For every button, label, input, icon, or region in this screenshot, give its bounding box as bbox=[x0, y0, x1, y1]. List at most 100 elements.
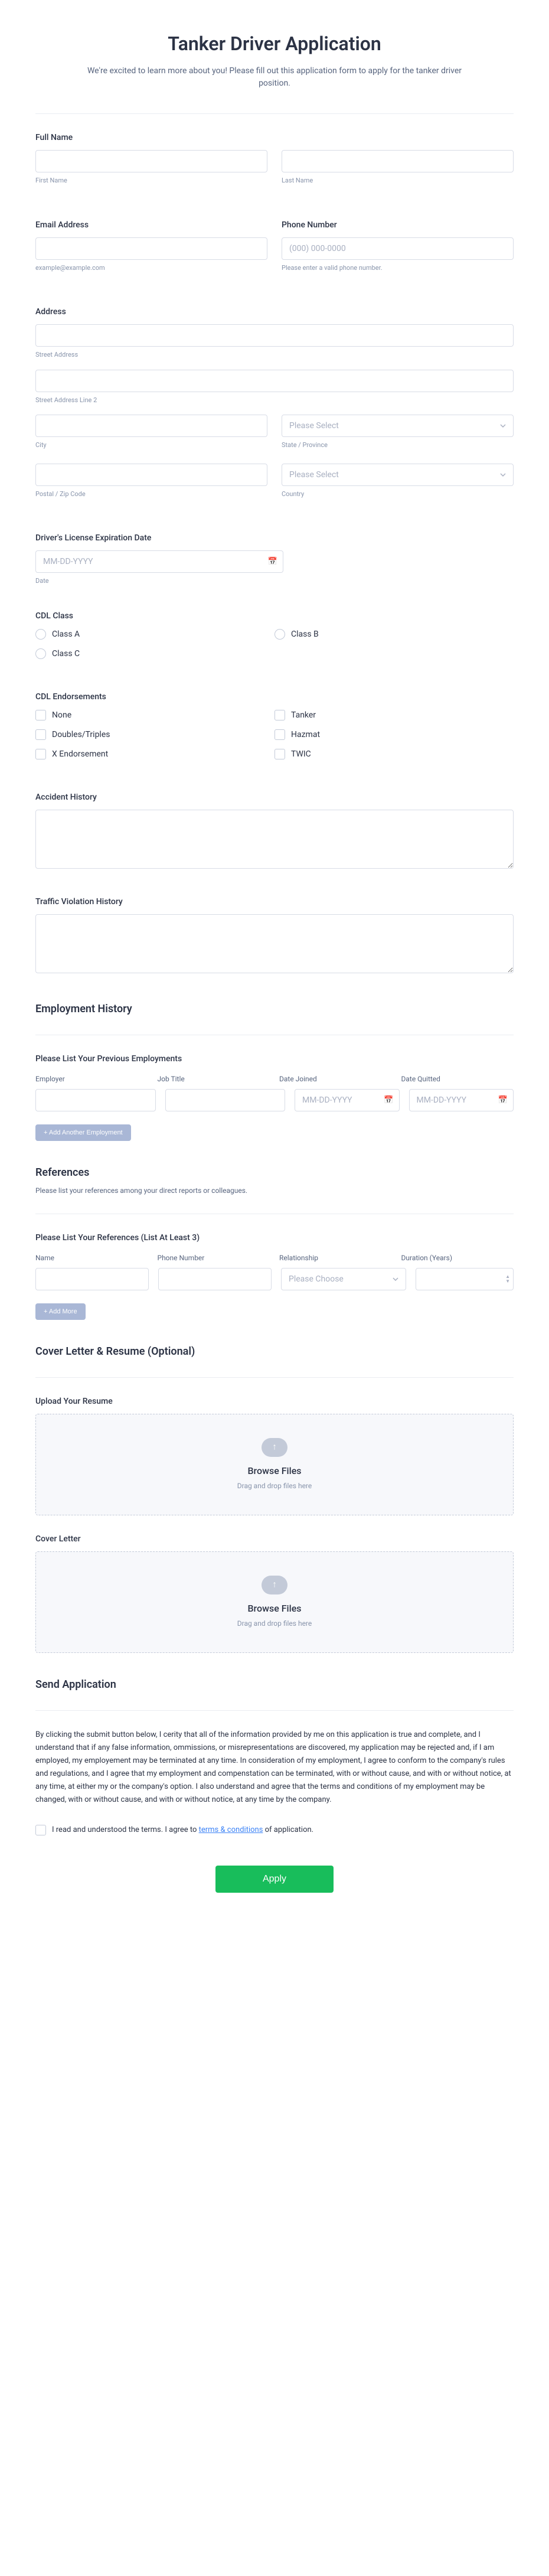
date-quitted-input[interactable] bbox=[409, 1089, 514, 1111]
postal-input[interactable] bbox=[35, 464, 267, 486]
ref-duration-input[interactable] bbox=[416, 1268, 514, 1290]
first-name-input[interactable] bbox=[35, 150, 267, 172]
references-heading: References bbox=[35, 1165, 514, 1181]
option-label: Class C bbox=[52, 648, 80, 660]
drag-drop-text: Drag and drop files here bbox=[48, 1481, 501, 1491]
cdl-end-option[interactable]: Tanker bbox=[274, 709, 514, 722]
radio-icon bbox=[35, 629, 46, 640]
phone-sublabel: Please enter a valid phone number. bbox=[282, 263, 514, 273]
last-name-sublabel: Last Name bbox=[282, 176, 514, 186]
agree-checkbox-row[interactable]: I read and understood the terms. I agree… bbox=[35, 1824, 514, 1836]
cdl-end-option[interactable]: X Endorsement bbox=[35, 748, 274, 761]
address-label: Address bbox=[35, 306, 514, 318]
browse-files-text: Browse Files bbox=[48, 1602, 501, 1616]
checkbox-icon bbox=[274, 729, 285, 740]
cdl-class-option[interactable]: Class B bbox=[274, 628, 514, 641]
stepper-icon[interactable]: ▲▼ bbox=[505, 1274, 510, 1284]
street-input[interactable] bbox=[35, 324, 514, 347]
cdl-end-option[interactable]: Hazmat bbox=[274, 729, 514, 741]
docs-heading: Cover Letter & Resume (Optional) bbox=[35, 1344, 514, 1359]
upload-icon bbox=[262, 1438, 287, 1457]
col-relationship: Relationship bbox=[279, 1253, 392, 1263]
option-label: TWIC bbox=[291, 748, 311, 761]
cdl-class-label: CDL Class bbox=[35, 610, 514, 622]
browse-files-text: Browse Files bbox=[48, 1464, 501, 1478]
street2-input[interactable] bbox=[35, 370, 514, 392]
ref-phone-input[interactable] bbox=[158, 1268, 272, 1290]
add-reference-button[interactable]: + Add More bbox=[35, 1303, 86, 1320]
terms-link[interactable]: terms & conditions bbox=[199, 1825, 263, 1834]
cdl-end-option[interactable]: Doubles/Triples bbox=[35, 729, 274, 741]
col-quitted: Date Quitted bbox=[401, 1074, 514, 1084]
employment-heading: Employment History bbox=[35, 1001, 514, 1017]
upload-icon bbox=[262, 1576, 287, 1594]
option-label: None bbox=[52, 709, 71, 722]
radio-icon bbox=[35, 648, 46, 659]
employment-repeater-title: Please List Your Previous Employments bbox=[35, 1053, 514, 1065]
email-input[interactable] bbox=[35, 237, 267, 260]
email-sublabel: example@example.com bbox=[35, 263, 267, 273]
phone-label: Phone Number bbox=[282, 219, 514, 231]
page-subtitle: We're excited to learn more about you! P… bbox=[35, 65, 514, 90]
license-sublabel: Date bbox=[35, 576, 514, 586]
employer-input[interactable] bbox=[35, 1089, 156, 1111]
state-select[interactable]: Please Select bbox=[282, 415, 514, 437]
cdl-end-option[interactable]: None bbox=[35, 709, 274, 722]
checkbox-icon bbox=[35, 710, 46, 720]
option-label: Class A bbox=[52, 628, 80, 641]
divider bbox=[35, 1377, 514, 1378]
option-label: Class B bbox=[291, 628, 319, 641]
cover-label: Cover Letter bbox=[35, 1533, 514, 1545]
add-employment-button[interactable]: + Add Another Employment bbox=[35, 1124, 131, 1141]
resume-dropzone[interactable]: Browse Files Drag and drop files here bbox=[35, 1414, 514, 1515]
divider bbox=[35, 113, 514, 114]
date-joined-input[interactable] bbox=[295, 1089, 400, 1111]
accident-label: Accident History bbox=[35, 791, 514, 804]
cdl-end-label: CDL Endorsements bbox=[35, 691, 514, 703]
cdl-class-option[interactable]: Class C bbox=[35, 648, 274, 660]
col-employer: Employer bbox=[35, 1074, 148, 1084]
last-name-input[interactable] bbox=[282, 150, 514, 172]
drag-drop-text: Drag and drop files here bbox=[48, 1618, 501, 1629]
resume-label: Upload Your Resume bbox=[35, 1395, 514, 1408]
cdl-class-option[interactable]: Class A bbox=[35, 628, 274, 641]
option-label: X Endorsement bbox=[52, 748, 108, 761]
license-date-input[interactable] bbox=[35, 550, 283, 573]
option-label: Hazmat bbox=[291, 729, 320, 741]
send-heading: Send Application bbox=[35, 1677, 514, 1693]
page-title: Tanker Driver Application bbox=[35, 30, 514, 58]
violation-label: Traffic Violation History bbox=[35, 896, 514, 908]
accident-textarea[interactable] bbox=[35, 810, 514, 869]
license-label: Driver's License Expiration Date bbox=[35, 532, 514, 544]
col-joined: Date Joined bbox=[279, 1074, 392, 1084]
city-input[interactable] bbox=[35, 415, 267, 437]
checkbox-icon bbox=[35, 1825, 46, 1835]
cover-dropzone[interactable]: Browse Files Drag and drop files here bbox=[35, 1551, 514, 1653]
radio-icon bbox=[274, 629, 285, 640]
violation-textarea[interactable] bbox=[35, 914, 514, 973]
ref-relationship-select[interactable]: Please Choose bbox=[281, 1268, 406, 1290]
phone-input[interactable] bbox=[282, 237, 514, 260]
col-jobtitle: Job Title bbox=[158, 1074, 270, 1084]
country-select[interactable]: Please Select bbox=[282, 464, 514, 486]
col-name: Name bbox=[35, 1253, 148, 1263]
col-phone: Phone Number bbox=[158, 1253, 270, 1263]
legal-text: By clicking the submit button below, I c… bbox=[35, 1729, 514, 1807]
col-duration: Duration (Years) bbox=[401, 1253, 514, 1263]
state-sublabel: State / Province bbox=[282, 441, 514, 451]
street2-sublabel: Street Address Line 2 bbox=[35, 396, 514, 406]
jobtitle-input[interactable] bbox=[165, 1089, 286, 1111]
apply-button[interactable]: Apply bbox=[215, 1866, 334, 1893]
country-sublabel: Country bbox=[282, 490, 514, 500]
email-label: Email Address bbox=[35, 219, 267, 231]
option-label: Tanker bbox=[291, 709, 316, 722]
option-label: Doubles/Triples bbox=[52, 729, 110, 741]
city-sublabel: City bbox=[35, 441, 267, 451]
full-name-label: Full Name bbox=[35, 132, 514, 144]
cdl-end-option[interactable]: TWIC bbox=[274, 748, 514, 761]
first-name-sublabel: First Name bbox=[35, 176, 267, 186]
street-sublabel: Street Address bbox=[35, 350, 514, 360]
agree-text: I read and understood the terms. I agree… bbox=[52, 1824, 313, 1836]
references-repeater-title: Please List Your References (List At Lea… bbox=[35, 1232, 514, 1244]
ref-name-input[interactable] bbox=[35, 1268, 149, 1290]
